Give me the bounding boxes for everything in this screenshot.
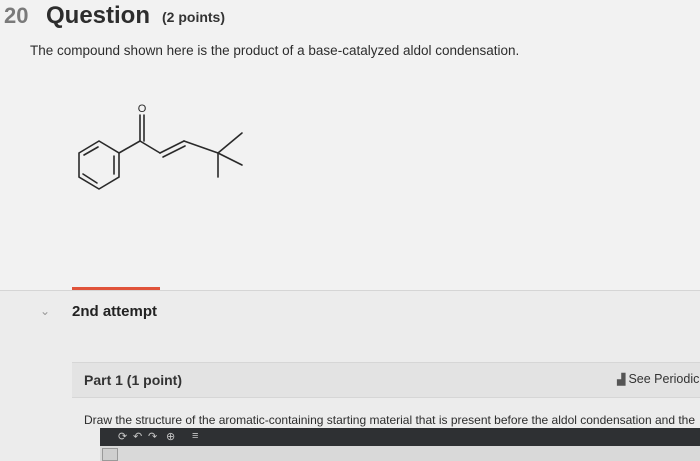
question-number: 20 <box>4 3 29 28</box>
instruction-text: Draw the structure of the aromatic-conta… <box>84 413 696 427</box>
benzene-double-bond <box>82 173 98 184</box>
bond <box>183 140 219 154</box>
redo-icon[interactable]: ↷ <box>148 430 157 443</box>
clear-icon[interactable]: ⟳ <box>118 430 127 443</box>
question-text: The compound shown here is the product o… <box>30 43 520 58</box>
methyl-bond <box>217 152 243 166</box>
zoom-icon[interactable]: ⊕ <box>166 430 175 443</box>
alkene-bond <box>159 140 185 154</box>
question-title: Question <box>46 2 151 29</box>
undo-icon[interactable]: ↶ <box>133 430 142 443</box>
section-divider <box>0 290 700 291</box>
periodic-table-link[interactable]: ▟ See Periodic <box>617 372 699 386</box>
molecule-structure: O <box>78 103 243 190</box>
periodic-label: See Periodic <box>628 372 700 386</box>
part-label: Part 1 (1 point) <box>84 372 183 388</box>
bond <box>118 140 141 154</box>
template-icon[interactable]: ≡ <box>192 430 198 442</box>
chevron-down-icon[interactable]: ⌄ <box>40 304 50 318</box>
select-tool-icon[interactable] <box>102 448 118 461</box>
drawing-canvas[interactable] <box>100 446 700 461</box>
question-panel: 20 Question (2 points) The compound show… <box>0 0 700 290</box>
drawing-toolbar: ⟳ ↶ ↷ ⊕ ≡ <box>100 428 700 446</box>
methyl-bond <box>217 132 243 154</box>
oxygen-atom-label: O <box>138 103 147 115</box>
question-points: (2 points) <box>162 9 225 25</box>
part-header: Part 1 (1 point) ▟ See Periodic <box>72 362 700 398</box>
bar-chart-icon: ▟ <box>617 374 626 386</box>
benzene-ring <box>78 140 120 190</box>
bond <box>139 140 161 154</box>
attempt-label[interactable]: 2nd attempt <box>72 303 157 320</box>
alkene-bond <box>162 145 186 158</box>
